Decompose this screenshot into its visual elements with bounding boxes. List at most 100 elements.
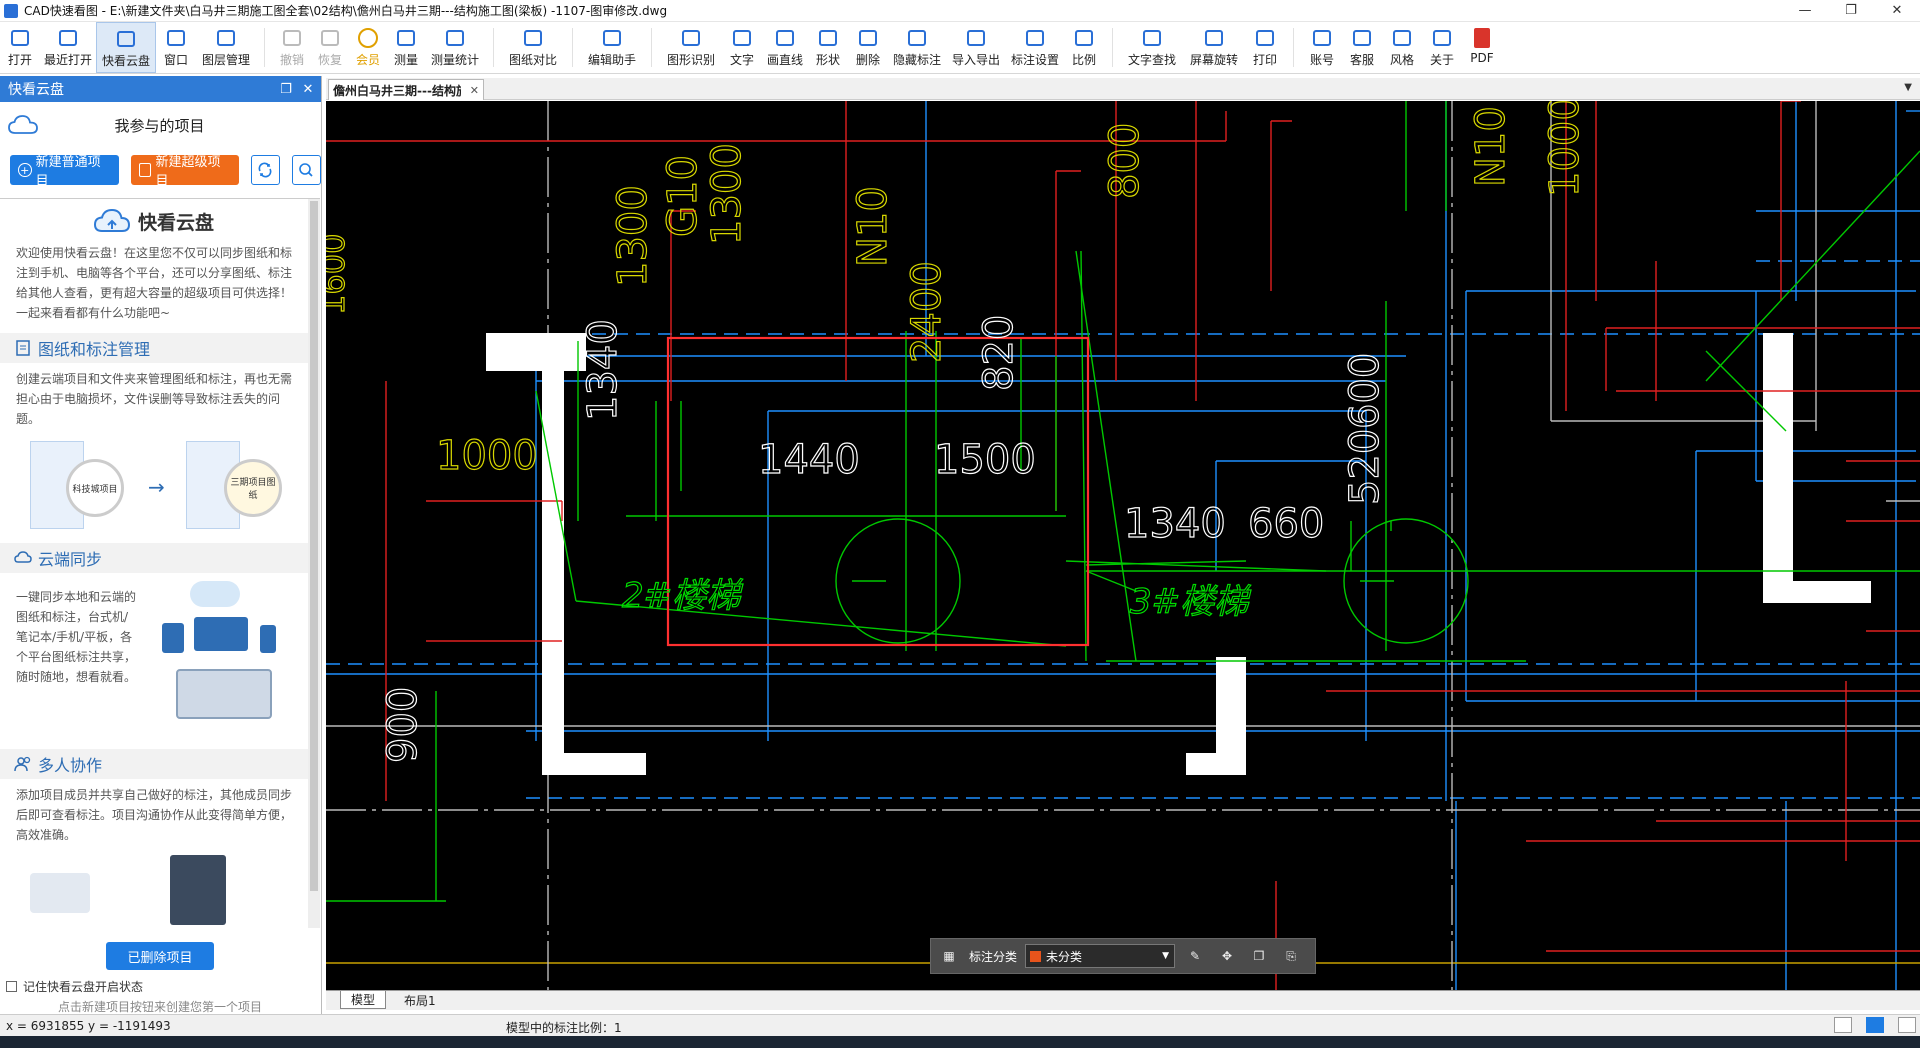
capture-icon[interactable] — [1834, 1017, 1852, 1033]
toolbar-text-search-button[interactable]: 文字查找 — [1121, 22, 1183, 73]
text-icon — [731, 28, 753, 48]
dimension-label[interactable]: 1340 — [1123, 500, 1226, 547]
dimension-label[interactable]: 1000 — [1541, 101, 1588, 198]
float-panel-icon[interactable]: ❐ — [277, 80, 295, 98]
dimension-label[interactable]: N10 — [849, 186, 896, 268]
toolbar-folder-button[interactable]: 打开 — [0, 22, 40, 73]
toolbar-cloud-button[interactable]: 快看云盘 — [96, 22, 156, 73]
tab-layout1[interactable]: 布局1 — [394, 991, 446, 1009]
dimension-label[interactable]: 3#楼梯 — [1129, 581, 1251, 622]
text-search-icon — [1141, 28, 1163, 48]
dimension-label[interactable]: 2400 — [903, 261, 950, 364]
dimension-label[interactable]: 1340 — [579, 319, 626, 422]
toolbar-annotation-settings-button[interactable]: 标注设置 — [1006, 22, 1064, 73]
snap-toggle-icon[interactable] — [1866, 1017, 1884, 1033]
toolbar-shape-button[interactable]: 形状 — [808, 22, 848, 73]
toolbar-label: 风格 — [1389, 53, 1414, 67]
toolbar-redo-button[interactable]: 恢复 — [311, 22, 349, 73]
close-tab-icon[interactable]: ✕ — [470, 84, 479, 97]
dimension-label[interactable]: 1000 — [435, 432, 538, 479]
close-panel-icon[interactable]: ✕ — [299, 80, 317, 98]
toolbar-text-button[interactable]: 文字 — [722, 22, 762, 73]
toolbar-import-export-button[interactable]: 导入导出 — [946, 22, 1006, 73]
monitor-illus-icon — [194, 617, 248, 651]
dimension-label[interactable]: 1600 — [326, 233, 353, 316]
annotation-settings-icon — [1024, 28, 1046, 48]
remember-state-checkbox[interactable]: 记住快看云盘开启状态 — [6, 978, 143, 995]
undo-icon — [281, 28, 303, 48]
document-tab[interactable]: 儋州白马井三期---结构施工图(梁板) ✕ — [328, 79, 484, 100]
toolbar-label: 撤销 — [279, 53, 304, 67]
section-title: 多人协作 — [38, 756, 103, 775]
status-icons — [1834, 1017, 1916, 1033]
section-collaboration: 多人协作 — [0, 749, 308, 779]
cloud-panel: 快看云盘 ❐ ✕ 我参与的项目 + 新建普通项目 新建超级项目 快看云盘 欢迎使… — [0, 76, 322, 1014]
toolbar-measure-stats-button[interactable]: 测量统计 — [425, 22, 485, 73]
chevron-down-icon: ▼ — [1162, 951, 1170, 961]
dimension-label[interactable]: G10 — [659, 154, 706, 237]
move-icon[interactable]: ✥ — [1215, 944, 1239, 968]
maximize-button[interactable]: ❐ — [1828, 0, 1874, 22]
category-dropdown[interactable]: 未分类 ▼ — [1025, 944, 1176, 968]
toolbar-eye-hide-button[interactable]: 隐藏标注 — [888, 22, 946, 73]
tab-list-dropdown-icon[interactable]: ▼ — [1904, 82, 1912, 93]
close-window-button[interactable]: ✕ — [1874, 0, 1920, 22]
dimension-label[interactable]: 600 — [1341, 352, 1388, 430]
grid-view-icon[interactable]: ▦ — [937, 944, 961, 968]
panel-scrollbar[interactable] — [308, 199, 320, 928]
tab-model[interactable]: 模型 — [340, 991, 387, 1009]
toolbar-headset-button[interactable]: 客服 — [1342, 22, 1382, 73]
dimension-label[interactable]: 1300 — [609, 185, 656, 288]
toolbar-clock-button[interactable]: 最近打开 — [40, 22, 96, 73]
toolbar-rotate-button[interactable]: 屏幕旋转 — [1183, 22, 1245, 73]
toolbar-user-button[interactable]: 账号 — [1302, 22, 1342, 73]
dimension-label[interactable]: 1440 — [757, 436, 860, 483]
dimension-label[interactable]: 900 — [379, 686, 426, 764]
toolbar-style-button[interactable]: 风格 — [1382, 22, 1422, 73]
toolbar-label: 关于 — [1429, 53, 1454, 67]
new-super-project-label: 新建超级项目 — [155, 155, 221, 189]
fullscreen-icon[interactable] — [1898, 1017, 1916, 1033]
toolbar-window-button[interactable]: 窗口 — [156, 22, 196, 73]
new-super-project-button[interactable]: 新建超级项目 — [130, 155, 239, 189]
toolbar-printer-button[interactable]: 打印 — [1245, 22, 1285, 73]
toolbar-label: 标注设置 — [1010, 53, 1059, 67]
toolbar-edit-helper-button[interactable]: 编辑助手 — [581, 22, 643, 73]
toolbar-layers-button[interactable]: 图层管理 — [196, 22, 256, 73]
minimize-button[interactable]: — — [1782, 0, 1828, 22]
toolbar-line-button[interactable]: 画直线 — [762, 22, 808, 73]
toolbar-compare-button[interactable]: 图纸对比 — [502, 22, 564, 73]
dimension-label[interactable]: 2#楼梯 — [621, 575, 743, 616]
paste-icon[interactable]: ⎘ — [1279, 944, 1303, 968]
checkbox-box[interactable] — [6, 981, 17, 992]
dimension-label[interactable]: 660 — [1247, 500, 1325, 547]
toolbar-undo-button[interactable]: 撤销 — [273, 22, 311, 73]
dimension-label[interactable]: N10 — [1467, 106, 1514, 188]
toolbar-shape-recognize-button[interactable]: 图形识别 — [660, 22, 722, 73]
drawing-canvas[interactable]: 1300 G10 1300 N10 800 N10 1000 2400 1000 1340 1440… — [326, 101, 1920, 990]
search-button[interactable] — [291, 155, 321, 185]
deleted-projects-button[interactable]: 已删除项目 — [106, 942, 214, 970]
dimension-label[interactable]: 1300 — [703, 143, 750, 246]
new-normal-project-button[interactable]: + 新建普通项目 — [10, 155, 119, 189]
project-selector[interactable]: 我参与的项目 — [0, 102, 321, 148]
edit-icon[interactable]: ✎ — [1183, 944, 1207, 968]
cad-drawing[interactable]: 1300 G101300 N10 800 N10 1000 2400 1000 1340 1440… — [326, 101, 1920, 990]
toolbar-eraser-button[interactable]: 删除 — [848, 22, 888, 73]
toolbar-pdf-button[interactable]: PDF — [1462, 22, 1502, 73]
sync-button[interactable] — [250, 155, 280, 185]
dimension-label[interactable]: 1500 — [933, 436, 1036, 483]
toolbar-ruler-button[interactable]: 测量 — [387, 22, 425, 73]
toolbar-scale-button[interactable]: 比例 — [1064, 22, 1104, 73]
toolbar-info-button[interactable]: 关于 — [1422, 22, 1462, 73]
measure-stats-icon — [444, 28, 466, 48]
dimension-label[interactable]: 820 — [975, 314, 1022, 392]
dimension-label[interactable]: 520 — [1341, 428, 1388, 506]
scrollbar-thumb[interactable] — [310, 201, 318, 891]
copy-icon[interactable]: ❐ — [1247, 944, 1271, 968]
toolbar-vip-button[interactable]: 会员 — [349, 22, 387, 73]
toolbar-label: 屏幕旋转 — [1189, 53, 1238, 67]
dimension-label[interactable]: 800 — [1101, 122, 1148, 200]
status-bar: x = 6931855 y = -1191493 模型中的标注比例：1 — [0, 1014, 1920, 1036]
project-title: 我参与的项目 — [114, 116, 205, 135]
